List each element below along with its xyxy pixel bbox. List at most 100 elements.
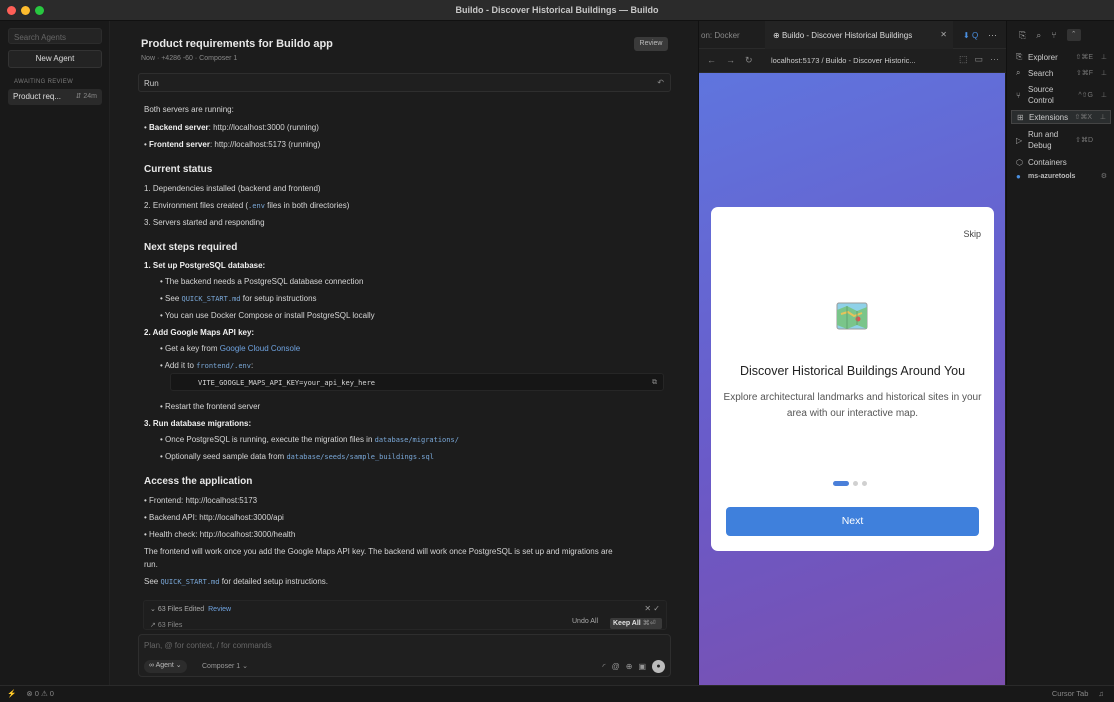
agent-list-item[interactable]: Product req... ⇵ 24m: [8, 89, 102, 105]
files-edited-panel: ⌄ 63 Files Edited Review ✕ ✓ ↗ 63 Files U…: [143, 600, 667, 630]
loading-icon: ◜: [602, 662, 606, 671]
chevron-down-icon: ⌄: [150, 606, 158, 613]
chat-title: Product requirements for Buildo app: [141, 38, 333, 50]
close-window-button[interactable]: [7, 6, 16, 15]
pin-icon[interactable]: ⊥: [1100, 113, 1106, 121]
search-icon: ⌕: [1016, 68, 1021, 77]
tab-download[interactable]: ⬇ Q: [963, 31, 978, 40]
sidebar-item-run-debug[interactable]: ▷ Run and Debug ⇧⌘D: [1011, 128, 1111, 152]
pagination-dot[interactable]: [862, 481, 867, 486]
composer-actions: ◜ @ ⊕ ▣ ●: [602, 660, 665, 673]
sidebar-item-azure[interactable]: ● ms-azuretools ⚙: [1011, 169, 1111, 183]
title-bar: Buildo - Discover Historical Buildings —…: [0, 0, 1114, 21]
zoom-window-button[interactable]: [35, 6, 44, 15]
settings-icon[interactable]: ⚙: [1101, 172, 1107, 180]
source-control-icon[interactable]: ⑂: [1051, 30, 1056, 40]
composer-box[interactable]: Plan, @ for context, / for commands ∞ Ag…: [138, 634, 671, 677]
google-cloud-console-link[interactable]: Google Cloud Console: [220, 344, 301, 353]
review-button[interactable]: Review: [634, 37, 668, 51]
keep-all-button[interactable]: Keep All ⌘⏎: [610, 618, 662, 629]
files-edited-summary[interactable]: ⌄ 63 Files Edited Review: [150, 605, 231, 613]
undo-icon[interactable]: ↶: [657, 78, 664, 87]
accept-icon[interactable]: ✓: [653, 604, 660, 613]
error-icon: ⊗: [26, 689, 35, 698]
more-icon[interactable]: ⋯: [990, 54, 999, 65]
browser-navbar: ← → ↻ localhost:5173 / Buildo - Discover…: [699, 49, 1007, 73]
agent-item-label: Product req...: [13, 92, 62, 101]
screenshot-icon[interactable]: ▭: [974, 54, 983, 65]
skip-button[interactable]: Skip: [963, 229, 981, 239]
copy-icon[interactable]: ⧉: [652, 378, 657, 387]
source-control-icon: ⑂: [1016, 90, 1021, 100]
nav-buttons: ← → ↻: [707, 55, 753, 66]
edits-review-link[interactable]: Review: [208, 606, 231, 613]
microphone-icon[interactable]: ●: [652, 660, 665, 673]
back-icon[interactable]: ←: [707, 55, 716, 66]
code-block: VITE_GOOGLE_MAPS_API_KEY=your_api_key_he…: [170, 373, 664, 391]
globe-icon[interactable]: ⊕: [626, 662, 633, 671]
search-agents-input[interactable]: Search Agents: [8, 28, 102, 44]
list-item: 1. Dependencies installed (backend and f…: [144, 184, 321, 193]
list-item: 1. Set up PostgreSQL database:: [144, 261, 266, 270]
forward-icon[interactable]: →: [726, 55, 735, 66]
more-icon[interactable]: ⋯: [988, 30, 997, 41]
list-item: • Optionally seed sample data from datab…: [160, 452, 434, 461]
list-item: • Health check: http://localhost:3000/he…: [144, 530, 296, 539]
reload-icon[interactable]: ↻: [745, 55, 753, 66]
list-item: • Get a key from Google Cloud Console: [160, 344, 301, 353]
pagination-dot-active[interactable]: [833, 481, 849, 486]
sidebar-item-source-control[interactable]: ⑂ Source Control ^⇧G ⊥: [1011, 83, 1111, 107]
pin-icon[interactable]: ⊥: [1101, 69, 1107, 77]
problems-indicator[interactable]: ⊗ 0 ⚠ 0: [26, 689, 54, 698]
heading-status: Current status: [144, 164, 213, 175]
awaiting-review-label: AWAITING REVIEW: [14, 79, 74, 85]
list-item: 3. Servers started and responding: [144, 218, 265, 227]
list-item: • Add it to frontend/.env:: [160, 361, 254, 370]
at-mention-icon[interactable]: @: [612, 662, 620, 671]
onboarding-description: Explore architectural landmarks and hist…: [723, 392, 982, 419]
pagination-dot[interactable]: [853, 481, 858, 486]
list-item: • See QUICK_START.md for setup instructi…: [160, 294, 317, 303]
minimize-window-button[interactable]: [21, 6, 30, 15]
search-icon[interactable]: ⌕: [1036, 30, 1041, 41]
select-element-icon[interactable]: ⬚: [959, 54, 968, 65]
files-count[interactable]: ↗ 63 Files: [150, 621, 182, 629]
cursor-tab-status[interactable]: Cursor Tab: [1052, 689, 1089, 698]
page-viewport: Skip Discover Historical Buildings Aroun…: [699, 73, 1005, 685]
pin-icon[interactable]: ⊥: [1101, 91, 1107, 99]
list-item: 2. Environment files created (.env files…: [144, 201, 350, 210]
reject-icon[interactable]: ✕: [644, 604, 651, 613]
composer-input[interactable]: Plan, @ for context, / for commands: [144, 641, 272, 650]
sidebar-item-extensions[interactable]: ⊞ Extensions ⇧⌘X ⊥: [1011, 110, 1111, 124]
close-tab-icon[interactable]: ✕: [940, 30, 947, 39]
onboarding-title: Discover Historical Buildings Around You: [739, 364, 966, 378]
globe-icon: ⊕: [773, 31, 782, 40]
run-bar[interactable]: Run ↶: [138, 73, 671, 92]
files-icon: ⎘: [1016, 52, 1023, 61]
tab-buildo[interactable]: ⊕ Buildo - Discover Historical Buildings…: [765, 21, 953, 49]
sidebar-item-explorer[interactable]: ⎘ Explorer ⇧⌘E ⊥: [1011, 50, 1111, 64]
onboarding-card: Skip Discover Historical Buildings Aroun…: [711, 207, 994, 551]
image-icon[interactable]: ▣: [638, 662, 646, 671]
tab-docker[interactable]: on: Docker: [701, 31, 740, 40]
chevron-up-icon[interactable]: ⌃: [1066, 29, 1081, 41]
files-icon[interactable]: ⎘: [1019, 30, 1026, 41]
agent-mode-select[interactable]: ∞ Agent ⌄: [144, 660, 187, 673]
sidebar-item-containers[interactable]: ⬡ Containers: [1011, 155, 1111, 169]
model-select[interactable]: Composer 1 ⌄: [202, 662, 248, 670]
pin-icon[interactable]: ⊥: [1101, 53, 1107, 61]
azure-icon: ●: [1016, 171, 1021, 181]
heading-access: Access the application: [144, 476, 253, 487]
remote-icon[interactable]: ⚡: [7, 689, 16, 698]
next-button[interactable]: Next: [726, 507, 979, 536]
list-item: 2. Add Google Maps API key:: [144, 328, 255, 337]
list-item: • The backend needs a PostgreSQL databas…: [160, 277, 364, 286]
list-item: • You can use Docker Compose or install …: [160, 311, 375, 320]
sidebar-item-search[interactable]: ⌕ Search ⇧⌘F ⊥: [1011, 66, 1111, 80]
notifications-icon[interactable]: ♫: [1098, 689, 1104, 698]
list-item: • Restart the frontend server: [160, 402, 261, 411]
new-agent-button[interactable]: New Agent: [8, 50, 102, 68]
list-item: 3. Run database migrations:: [144, 419, 252, 428]
undo-all-button[interactable]: Undo All: [572, 618, 598, 625]
url-bar[interactable]: localhost:5173 / Buildo - Discover Histo…: [771, 56, 916, 65]
